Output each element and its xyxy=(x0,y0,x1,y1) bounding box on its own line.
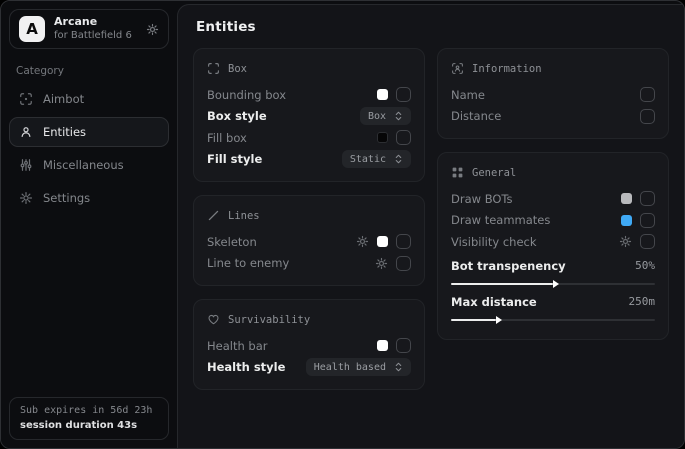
unfold-icon xyxy=(394,110,403,122)
card-title: Box xyxy=(228,63,247,75)
color-swatch[interactable] xyxy=(621,215,632,226)
slider-thumb[interactable] xyxy=(553,280,559,288)
main-panel: Entities Box Bounding box xyxy=(177,4,684,448)
slider-value: 250m xyxy=(629,295,656,308)
bot-transparency-slider-block: Bot transpenency 50% xyxy=(451,256,655,285)
right-column: Information Name Distance xyxy=(437,48,669,340)
row-bounding-box: Bounding box xyxy=(207,84,411,106)
draw-bots-checkbox[interactable] xyxy=(640,191,655,206)
slider-value: 50% xyxy=(635,259,655,272)
dropdown-value: Static xyxy=(350,154,386,165)
name-checkbox[interactable] xyxy=(640,87,655,102)
app-subtitle: for Battlefield 6 xyxy=(54,30,132,42)
sidebar-item-aimbot[interactable]: Aimbot xyxy=(9,84,169,114)
color-swatch[interactable] xyxy=(621,193,632,204)
max-distance-slider-block: Max distance 250m xyxy=(451,292,655,321)
unfold-icon xyxy=(394,361,403,373)
gear-icon[interactable] xyxy=(356,235,369,248)
app-name: Arcane xyxy=(54,16,132,29)
health-bar-checkbox[interactable] xyxy=(396,338,411,353)
slider-thumb[interactable] xyxy=(496,316,502,324)
row-fill-box: Fill box xyxy=(207,127,411,149)
sidebar-item-label: Settings xyxy=(43,191,90,205)
sidebar: A Arcane for Battlefield 6 Category xyxy=(1,1,177,448)
box-style-dropdown[interactable]: Box xyxy=(360,107,411,125)
skeleton-checkbox[interactable] xyxy=(396,234,411,249)
box-corners-icon xyxy=(207,62,220,75)
sidebar-item-label: Miscellaneous xyxy=(43,158,124,172)
app-logo: A xyxy=(19,16,45,42)
app-window: A Arcane for Battlefield 6 Category xyxy=(0,0,685,449)
card-title: General xyxy=(472,167,516,179)
gear-icon[interactable] xyxy=(619,235,632,248)
card-title: Information xyxy=(472,63,542,75)
sidebar-item-label: Entities xyxy=(43,125,86,139)
fill-style-dropdown[interactable]: Static xyxy=(342,150,411,168)
session-duration-text: session duration 43s xyxy=(20,420,158,431)
person-scan-icon xyxy=(451,62,464,75)
row-box-style: Box style Box xyxy=(207,106,411,128)
grid-icon xyxy=(451,166,464,179)
bounding-box-checkbox[interactable] xyxy=(396,87,411,102)
row-distance: Distance xyxy=(451,106,655,128)
page-title: Entities xyxy=(196,19,669,35)
health-style-dropdown[interactable]: Health based xyxy=(306,358,411,376)
row-visibility-check: Visibility check xyxy=(451,231,655,253)
row-draw-bots: Draw BOTs xyxy=(451,188,655,210)
color-swatch[interactable] xyxy=(377,89,388,100)
line-icon xyxy=(207,209,220,222)
card-information: Information Name Distance xyxy=(437,48,669,139)
crosshair-icon xyxy=(19,92,33,106)
sliders-icon xyxy=(19,158,33,172)
gear-icon[interactable] xyxy=(146,23,159,36)
row-fill-style: Fill style Static xyxy=(207,149,411,171)
draw-teammates-checkbox[interactable] xyxy=(640,213,655,228)
sidebar-item-entities[interactable]: Entities xyxy=(9,117,169,147)
card-box: Box Bounding box Box style Box xyxy=(193,48,425,182)
subscription-info: Sub expires in 56d 23h session duration … xyxy=(9,397,169,440)
left-column: Box Bounding box Box style Box xyxy=(193,48,425,390)
sidebar-nav: Aimbot Entities Miscella xyxy=(9,84,169,213)
brand-card: A Arcane for Battlefield 6 xyxy=(9,9,169,49)
card-survivability: Survivability Health bar Health style He… xyxy=(193,299,425,390)
dropdown-value: Box xyxy=(368,111,386,122)
row-name: Name xyxy=(451,84,655,106)
visibility-check-checkbox[interactable] xyxy=(640,234,655,249)
heart-icon xyxy=(207,313,220,326)
max-distance-slider[interactable] xyxy=(451,319,655,321)
card-lines: Lines Skeleton xyxy=(193,195,425,286)
bot-transparency-slider[interactable] xyxy=(451,283,655,285)
gear-icon[interactable] xyxy=(375,257,388,270)
line-to-enemy-checkbox[interactable] xyxy=(396,256,411,271)
fill-box-checkbox[interactable] xyxy=(396,130,411,145)
category-label: Category xyxy=(16,65,162,77)
card-title: Lines xyxy=(228,210,260,222)
row-skeleton: Skeleton xyxy=(207,231,411,253)
gear-icon xyxy=(19,191,33,205)
row-draw-teammates: Draw teammates xyxy=(451,210,655,232)
color-swatch[interactable] xyxy=(377,340,388,351)
card-title: Survivability xyxy=(228,314,310,326)
dropdown-value: Health based xyxy=(314,362,386,373)
unfold-icon xyxy=(394,153,403,165)
person-icon xyxy=(19,125,33,139)
sidebar-item-miscellaneous[interactable]: Miscellaneous xyxy=(9,150,169,180)
color-swatch[interactable] xyxy=(377,132,388,143)
row-health-style: Health style Health based xyxy=(207,357,411,379)
sidebar-item-settings[interactable]: Settings xyxy=(9,183,169,213)
card-general: General Draw BOTs Draw teammates xyxy=(437,152,669,340)
sub-expiry-text: Sub expires in 56d 23h xyxy=(20,405,158,416)
row-line-to-enemy: Line to enemy xyxy=(207,253,411,275)
color-swatch[interactable] xyxy=(377,236,388,247)
sidebar-item-label: Aimbot xyxy=(43,92,84,106)
row-health-bar: Health bar xyxy=(207,335,411,357)
distance-checkbox[interactable] xyxy=(640,109,655,124)
